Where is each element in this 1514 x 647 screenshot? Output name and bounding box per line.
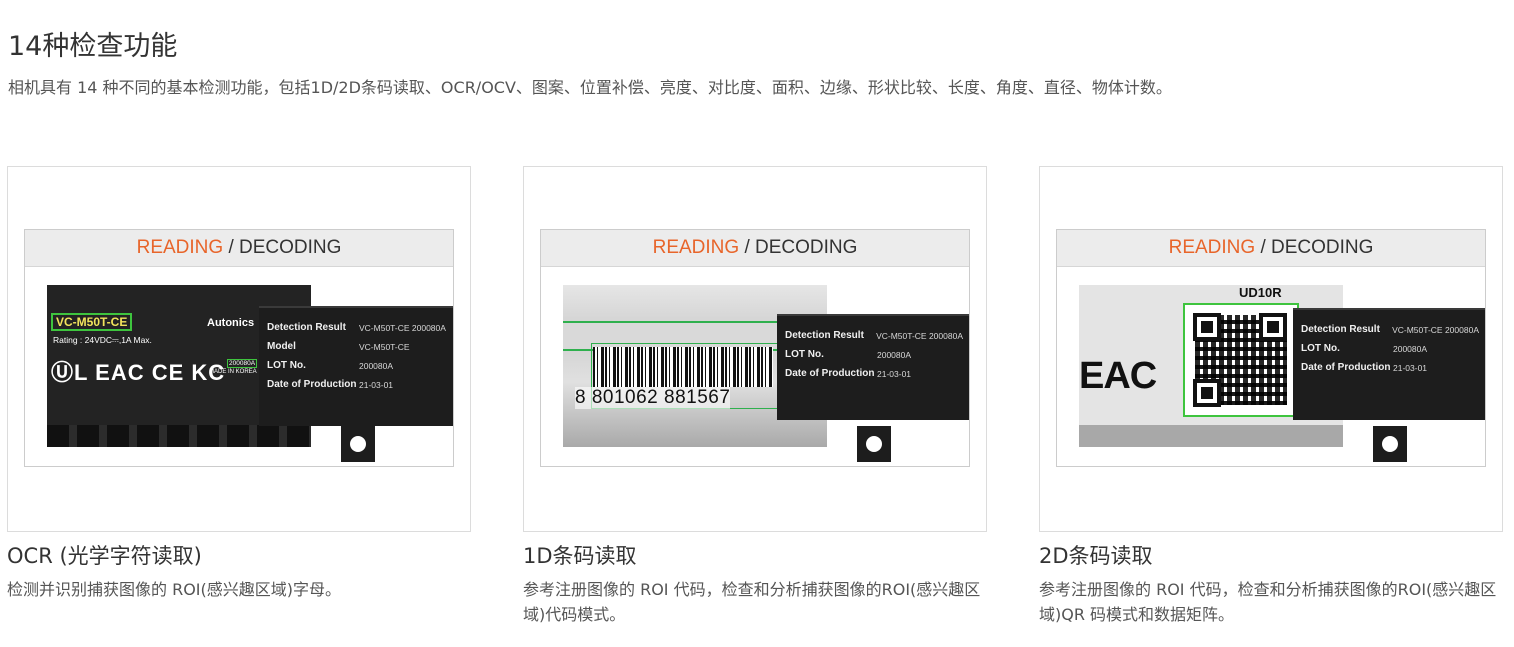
qr-code-label: UD10R xyxy=(1239,285,1282,300)
detection-result-box: Detection Result VC-M50T-CE 200080A Model… xyxy=(259,306,453,426)
result-value: VC-M50T-CE 200080A xyxy=(359,322,446,333)
tag-hole-tab xyxy=(1373,426,1407,462)
result-row: Date of Production 21-03-01 xyxy=(785,364,963,383)
result-row: LOT No. 200080A xyxy=(267,356,447,375)
result-key: LOT No. xyxy=(1301,343,1340,354)
result-value: 21-03-01 xyxy=(877,368,912,379)
result-key: Detection Result xyxy=(785,330,864,341)
result-value: 21-03-01 xyxy=(1393,362,1428,373)
result-key: Date of Production xyxy=(1301,362,1391,373)
tag-hole-tab xyxy=(341,426,375,462)
result-key: Model xyxy=(267,341,296,352)
heading-highlight: READING xyxy=(1168,237,1256,258)
result-row: Detection Result VC-M50T-CE 200080A xyxy=(1301,320,1479,339)
heading-rest: / DECODING xyxy=(739,237,858,258)
result-value: VC-M50T-CE xyxy=(359,341,410,352)
roi-frame xyxy=(1183,303,1299,417)
qr-finder-pattern xyxy=(1193,313,1221,341)
label-made-in: MADE IN KOREA xyxy=(209,369,257,375)
card-description: 参考注册图像的 ROI 代码，检查和分析捕获图像的ROI(感兴趣区域)QR 码模… xyxy=(1039,580,1497,624)
demo-panel: READING / DECODING UD10R EAC Detection R… xyxy=(1056,229,1486,467)
result-row: Date of Production 21-03-01 xyxy=(1301,358,1479,377)
page-description: 相机具有 14 种不同的基本检测功能，包括1D/2D条码读取、OCR/OCV、图… xyxy=(8,78,1172,97)
label-brand: Autonics xyxy=(207,317,255,329)
result-value: 200080A xyxy=(877,349,912,360)
feature-image-1d-barcode: READING / DECODING 8 801062 881567 Detec… xyxy=(523,166,987,532)
card-description: 检测并识别捕获图像的 ROI(感兴趣区域)字母。 xyxy=(7,580,342,599)
card-title: 1D条码读取 xyxy=(523,544,637,568)
result-row: Detection Result VC-M50T-CE 200080A xyxy=(267,318,447,337)
label-rating: Rating : 24VDC⎓,1A Max. xyxy=(53,335,152,345)
panel-heading: READING / DECODING xyxy=(25,230,453,267)
result-value: 200080A xyxy=(1393,343,1428,354)
result-key: Date of Production xyxy=(267,379,357,390)
heading-highlight: READING xyxy=(652,237,740,258)
heading-rest: / DECODING xyxy=(223,237,342,258)
device-edge xyxy=(1079,425,1343,447)
result-value: 21-03-01 xyxy=(359,379,394,390)
result-value: 200080A xyxy=(359,360,394,371)
feature-image-2d-barcode: READING / DECODING UD10R EAC Detection R… xyxy=(1039,166,1503,532)
result-value: VC-M50T-CE 200080A xyxy=(1392,324,1479,335)
result-row: LOT No. 200080A xyxy=(785,345,963,364)
tag-hole-tab xyxy=(857,426,891,462)
label-model: VC-M50T-CE xyxy=(51,313,133,331)
detection-result-box: Detection Result VC-M50T-CE 200080A LOT N… xyxy=(1293,308,1485,420)
qr-finder-pattern xyxy=(1259,313,1287,341)
barcode-digits: 8 801062 881567 xyxy=(575,387,731,409)
qr-finder-pattern xyxy=(1193,379,1221,407)
page-title: 14种检查功能 xyxy=(8,31,178,62)
certification-marks: ⓊL EAC CE KC xyxy=(51,360,226,385)
feature-image-ocr: READING / DECODING VC-M50T-CE Autonics R… xyxy=(7,166,471,532)
result-key: Detection Result xyxy=(267,322,346,333)
panel-heading: READING / DECODING xyxy=(541,230,969,267)
certification-marks: EAC xyxy=(1079,355,1157,397)
detection-result-box: Detection Result VC-M50T-CE 200080A LOT N… xyxy=(777,314,969,420)
result-key: LOT No. xyxy=(785,349,824,360)
result-key: LOT No. xyxy=(267,360,306,371)
result-row: Model VC-M50T-CE xyxy=(267,337,447,356)
result-row: Detection Result VC-M50T-CE 200080A xyxy=(785,326,963,345)
demo-panel: READING / DECODING VC-M50T-CE Autonics R… xyxy=(24,229,454,467)
card-title: 2D条码读取 xyxy=(1039,544,1153,568)
card-description: 参考注册图像的 ROI 代码，检查和分析捕获图像的ROI(感兴趣区域)代码模式。 xyxy=(523,580,981,624)
result-row: Date of Production 21-03-01 xyxy=(267,375,447,394)
device-connectors xyxy=(47,425,311,447)
result-value: VC-M50T-CE 200080A xyxy=(876,330,963,341)
result-key: Date of Production xyxy=(785,368,875,379)
card-title: OCR (光学字符读取) xyxy=(7,544,202,568)
heading-highlight: READING xyxy=(136,237,224,258)
label-lot: 200080A xyxy=(227,359,258,368)
heading-rest: / DECODING xyxy=(1255,237,1374,258)
result-key: Detection Result xyxy=(1301,324,1380,335)
panel-heading: READING / DECODING xyxy=(1057,230,1485,267)
demo-panel: READING / DECODING 8 801062 881567 Detec… xyxy=(540,229,970,467)
result-row: LOT No. 200080A xyxy=(1301,339,1479,358)
